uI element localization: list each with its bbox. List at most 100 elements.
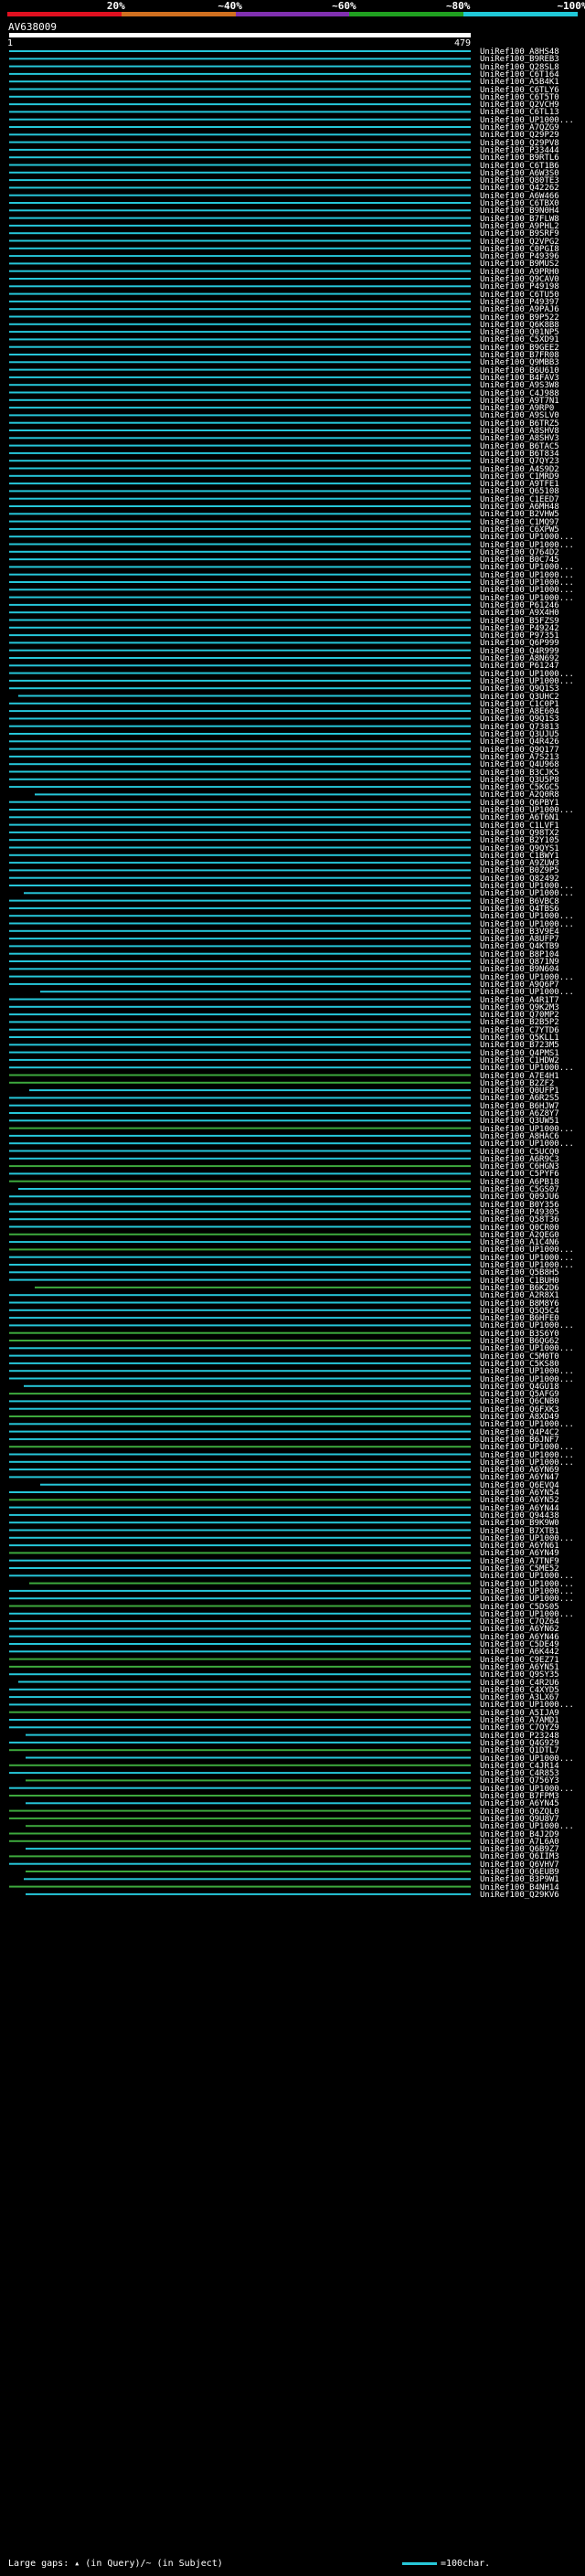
hit-bar [9, 679, 471, 682]
hit-bar [9, 460, 471, 462]
hit-bar [9, 1248, 471, 1251]
hit-bar [9, 398, 471, 401]
hit-bar [9, 1393, 471, 1395]
hit-bar [9, 1036, 471, 1038]
hit-bar [9, 1051, 471, 1054]
hit-bar [9, 1567, 471, 1569]
hit-bar [9, 217, 471, 219]
hit-bar [9, 611, 471, 614]
hit-bar [9, 1809, 471, 1812]
hit-bar [9, 1885, 471, 1888]
hit-bar [9, 1340, 471, 1341]
hit-bar [9, 513, 471, 515]
hit-bar [9, 58, 471, 60]
hit-bar [9, 368, 471, 371]
hit-bar [26, 1825, 471, 1828]
hit-bar [9, 535, 471, 538]
hit-bar [9, 232, 471, 235]
hit-bar [9, 1650, 471, 1653]
hit-bar [9, 1430, 471, 1433]
hit-bar [9, 581, 471, 583]
hit-bar [9, 126, 471, 128]
hit-bar [9, 543, 471, 546]
hit-bar [9, 1612, 471, 1615]
hit-bar [9, 1491, 471, 1493]
hit-bar [9, 103, 471, 106]
hit-bar [9, 1574, 471, 1577]
hit-bar [9, 1795, 471, 1797]
hit-bar [9, 1703, 471, 1706]
hit-bar [9, 1142, 471, 1145]
hit-bar [9, 1301, 471, 1304]
hit-bar [9, 1400, 471, 1403]
hit-bar [9, 1423, 471, 1426]
hit-bar [9, 1658, 471, 1660]
hit-bar [9, 429, 471, 431]
hit-bar [9, 596, 471, 599]
hit-bar [9, 1635, 471, 1638]
hit-bar [9, 1529, 471, 1532]
hit-bar [9, 1446, 471, 1448]
hit-bar [9, 573, 471, 576]
hit-bar [9, 1513, 471, 1516]
hit-bar [9, 1696, 471, 1699]
hit-bar [9, 899, 471, 902]
hit-bar [9, 687, 471, 690]
hit-bar [9, 1331, 471, 1334]
hit-bar [9, 770, 471, 773]
hit-bar [9, 885, 471, 886]
hit-bar [9, 270, 471, 272]
hit-bar [9, 998, 471, 1001]
hit-bar [9, 1309, 471, 1311]
hit-bar [9, 224, 471, 227]
hit-bar [9, 634, 471, 637]
hit-bar [9, 527, 471, 530]
hit-bar [9, 1665, 471, 1668]
hit-bar [9, 1620, 471, 1623]
hit-bar [26, 1779, 471, 1782]
hit-bar [29, 1089, 471, 1092]
hit-bar [9, 733, 471, 735]
hit-bar [9, 1218, 471, 1221]
hit-bar [9, 588, 471, 591]
hit-bar [9, 558, 471, 561]
hit-bar [9, 72, 471, 75]
hit-bar [9, 1256, 471, 1258]
hit-bar [9, 444, 471, 447]
hit-bar [9, 1506, 471, 1509]
hit-bar [35, 793, 471, 796]
hit-bar [26, 1733, 471, 1736]
hit-bar [9, 111, 471, 113]
hit-bar [9, 1741, 471, 1744]
hit-bar [9, 823, 471, 826]
hit-bar [9, 451, 471, 454]
hit-bar [9, 1119, 471, 1122]
hit-bar [9, 239, 471, 242]
hit-bar [9, 657, 471, 659]
hit-bar [9, 1772, 471, 1775]
hit-bar [9, 1081, 471, 1084]
hit-label[interactable]: UniRef100_Q29KV6 [480, 1891, 559, 1900]
hit-bar [9, 1749, 471, 1752]
hit-bar [9, 1832, 471, 1835]
hit-bar [9, 1719, 471, 1721]
hit-bar [9, 1627, 471, 1630]
hit-bar [9, 672, 471, 674]
hit-bar [9, 1112, 471, 1114]
hit-bar [9, 345, 471, 348]
hit-bar [9, 778, 471, 780]
hit-bar [9, 1499, 471, 1501]
hit-bar [9, 1347, 471, 1350]
hit-bar [9, 1013, 471, 1016]
hit-bar [9, 1241, 471, 1244]
hit-bar [9, 1544, 471, 1547]
hit-bar [35, 1286, 471, 1288]
hit-bar [40, 991, 471, 993]
hit-bar [9, 1460, 471, 1463]
legend-text: Large gaps: ▴ (in Query)/~ (in Subject) [8, 2559, 223, 2569]
hit-bar [9, 945, 471, 948]
hit-bar [9, 603, 471, 606]
hit-bar [9, 664, 471, 667]
hit-bar [9, 354, 471, 355]
hit-bar [9, 1165, 471, 1168]
